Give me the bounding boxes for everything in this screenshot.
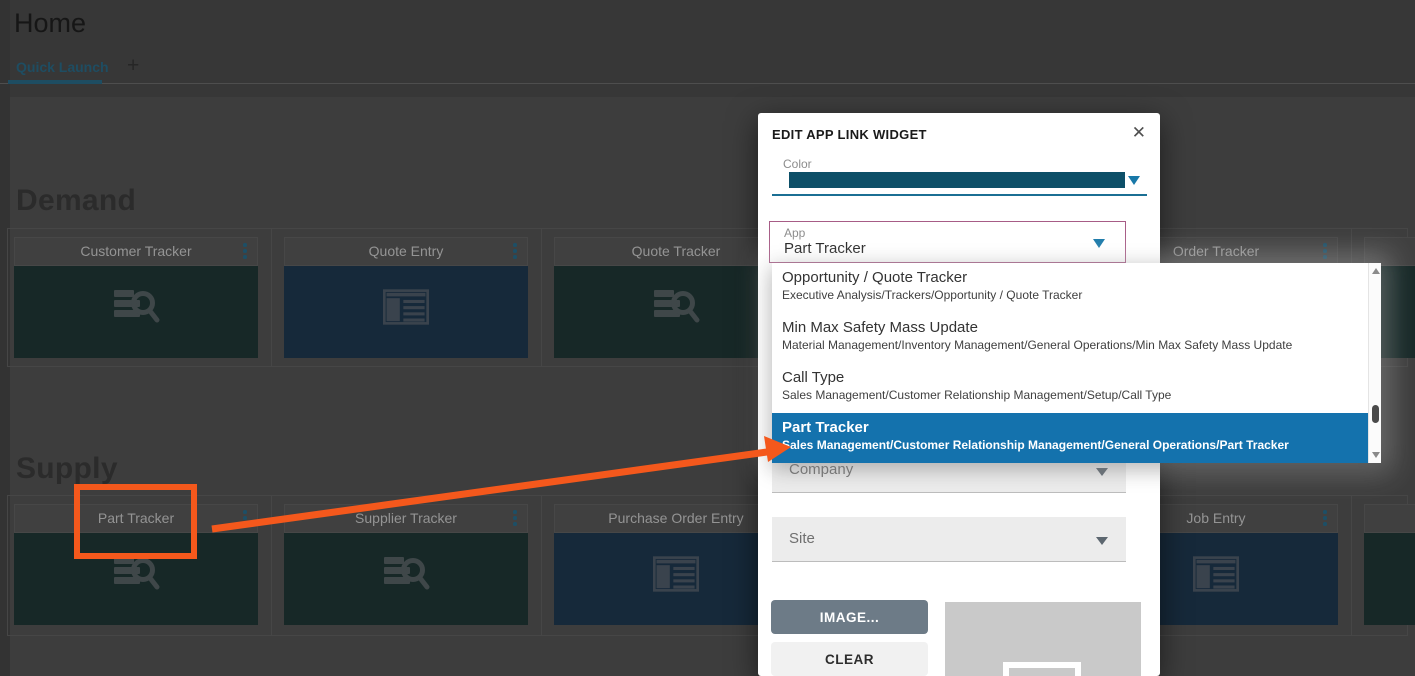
option-call-type[interactable]: Call Type Sales Management/Customer Rela… — [772, 363, 1368, 413]
tile-menu-icon[interactable] — [1323, 243, 1327, 261]
list-search-icon — [654, 290, 700, 323]
tile-supplier-tracker[interactable]: Supplier Tracker — [284, 504, 528, 625]
grid-separator — [1351, 496, 1352, 635]
option-min-max-safety-mass-update[interactable]: Min Max Safety Mass Update Material Mana… — [772, 313, 1368, 363]
tile-header: Supplier Tracker — [284, 504, 528, 533]
image-icon — [1003, 662, 1081, 676]
color-field-underline — [772, 194, 1147, 196]
option-path: Sales Management/Customer Relationship M… — [782, 388, 1172, 402]
option-part-tracker-selected[interactable]: Part Tracker Sales Management/Customer R… — [772, 413, 1368, 463]
dialog-title: EDIT APP LINK WIDGET — [772, 127, 927, 142]
option-name: Part Tracker — [782, 419, 869, 436]
tile-title: Quote Entry — [368, 243, 444, 259]
scrollbar[interactable] — [1368, 263, 1381, 463]
tile-body[interactable] — [284, 266, 528, 358]
chevron-down-icon[interactable] — [1128, 176, 1140, 185]
option-opportunity-quote-tracker[interactable]: Opportunity / Quote Tracker Executive An… — [772, 263, 1368, 313]
option-path: Executive Analysis/Trackers/Opportunity … — [782, 288, 1083, 302]
tile-customer-tracker[interactable]: Customer Tracker — [14, 237, 258, 358]
tile-menu-icon[interactable] — [513, 243, 517, 261]
color-field-label: Color — [783, 157, 812, 171]
tile-body[interactable] — [14, 266, 258, 358]
tile-menu-icon[interactable] — [243, 243, 247, 261]
chevron-down-icon[interactable] — [1093, 239, 1105, 248]
tile-header — [1364, 237, 1415, 266]
grid-separator — [271, 496, 272, 635]
scroll-down-icon[interactable] — [1371, 452, 1380, 458]
tab-bar-divider — [0, 83, 1415, 84]
scroll-up-icon[interactable] — [1371, 268, 1380, 274]
option-path: Sales Management/Customer Relationship M… — [782, 438, 1289, 452]
option-name: Opportunity / Quote Tracker — [782, 269, 968, 286]
app-dropdown[interactable]: App Part Tracker — [769, 221, 1126, 263]
add-tab-button[interactable]: + — [127, 54, 139, 78]
image-preview-placeholder — [945, 602, 1141, 676]
tile-menu-icon[interactable] — [1323, 510, 1327, 528]
section-heading-demand: Demand — [16, 184, 137, 217]
option-name: Call Type — [782, 369, 845, 386]
list-search-icon — [384, 557, 430, 590]
grid-separator — [271, 229, 272, 366]
tile-body[interactable] — [284, 533, 528, 625]
tile-body[interactable] — [1364, 533, 1415, 625]
site-field-label: Site — [789, 530, 815, 547]
image-button[interactable]: IMAGE... — [771, 600, 928, 634]
screen: Home Quick Launch + Demand Supply Custom… — [0, 0, 1415, 676]
tile-title: Supplier Tracker — [355, 510, 457, 526]
section-heading-supply: Supply — [16, 452, 118, 485]
form-entry-icon — [383, 289, 429, 325]
tile-header: Quote Entry — [284, 237, 528, 266]
tab-quick-launch[interactable]: Quick Launch — [16, 59, 109, 75]
clear-button[interactable]: CLEAR — [771, 642, 928, 676]
site-dropdown[interactable]: Site — [772, 517, 1126, 562]
app-field-label: App — [784, 226, 806, 240]
list-search-icon — [114, 290, 160, 323]
tile-partial-right[interactable] — [1364, 504, 1415, 625]
grid-separator — [541, 229, 542, 366]
grid-separator — [541, 496, 542, 635]
tile-quote-entry[interactable]: Quote Entry — [284, 237, 528, 358]
option-path: Material Management/Inventory Management… — [782, 338, 1293, 352]
tile-header: Customer Tracker — [14, 237, 258, 266]
form-entry-icon — [1193, 556, 1239, 592]
page-title: Home — [14, 8, 87, 38]
app-options-list: Opportunity / Quote Tracker Executive An… — [772, 263, 1381, 463]
tile-menu-icon[interactable] — [243, 510, 247, 528]
app-field-value: Part Tracker — [784, 240, 866, 257]
tile-title: Customer Tracker — [80, 243, 192, 259]
close-icon[interactable]: ✕ — [1132, 123, 1146, 143]
option-name: Min Max Safety Mass Update — [782, 319, 978, 336]
scrollbar-thumb[interactable] — [1372, 405, 1379, 423]
chevron-down-icon[interactable] — [1096, 468, 1108, 476]
tile-header — [1364, 504, 1415, 533]
tile-menu-icon[interactable] — [513, 510, 517, 528]
company-field-label: Company — [789, 461, 854, 478]
color-swatch[interactable] — [789, 172, 1125, 188]
chevron-down-icon[interactable] — [1096, 537, 1108, 545]
active-tab-underline — [8, 80, 102, 84]
form-entry-icon — [653, 556, 699, 592]
list-search-icon — [114, 557, 160, 590]
annotation-highlight-box — [74, 484, 197, 559]
